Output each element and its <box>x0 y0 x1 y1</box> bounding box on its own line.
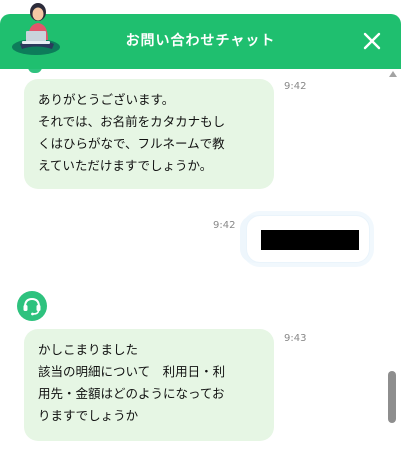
chat-scrollbar[interactable] <box>385 69 401 450</box>
message-timestamp: 9:42 <box>284 81 307 92</box>
operator-avatar-icon <box>8 0 64 58</box>
headset-bot-icon <box>17 291 47 321</box>
message-timestamp: 9:43 <box>284 333 307 344</box>
chat-messages: ありがとうございます。 それでは、お名前をカタカナもし くはひらがなで、フルネー… <box>0 69 385 450</box>
redacted-text <box>261 230 359 250</box>
incoming-message-bubble: かしこまりました 該当の明細について 利用日・利 用先・金額はどのようになってお… <box>24 329 274 441</box>
message-line: えていただけますでしょうか。 <box>38 158 213 173</box>
message-line: りますでしょうか <box>38 408 139 423</box>
scroll-up-arrow-icon[interactable] <box>389 71 397 77</box>
close-icon[interactable] <box>361 30 383 52</box>
message-line: 該当の明細について 利用日・利 <box>38 364 226 379</box>
message-timestamp: 9:42 <box>213 220 236 231</box>
scrollbar-thumb[interactable] <box>388 371 396 423</box>
chat-widget: お問い合わせチャット ありがとうございます。 それでは、お名前をカタカナもし く… <box>0 0 401 450</box>
message-line: くはひらがなで、フルネームで教 <box>38 136 225 151</box>
bot-icon-partial <box>28 69 42 73</box>
outgoing-message-bubble <box>246 215 370 263</box>
incoming-message-bubble: ありがとうございます。 それでは、お名前をカタカナもし くはひらがなで、フルネー… <box>24 79 274 189</box>
message-line: 用先・金額はどのようになってお <box>38 386 225 401</box>
message-line: かしこまりました <box>38 342 139 357</box>
message-line: ありがとうございます。 <box>38 92 175 107</box>
message-line: それでは、お名前をカタカナもし <box>38 114 226 129</box>
